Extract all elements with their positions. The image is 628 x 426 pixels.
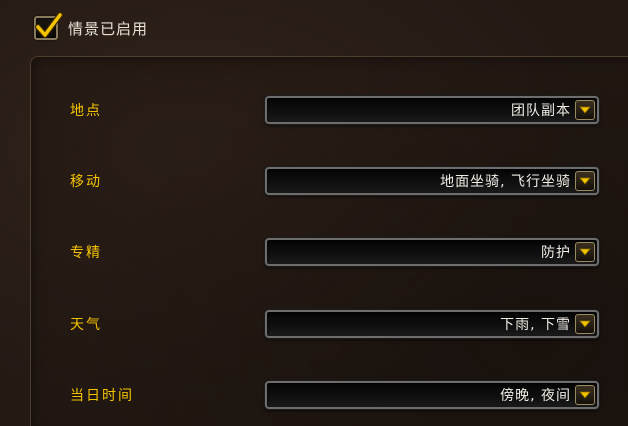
location-label: 地点: [70, 103, 102, 119]
setting-row-location: 地点 团队副本: [0, 96, 628, 126]
setting-row-movement: 移动 地面坐骑, 飞行坐骑: [0, 167, 628, 197]
specialization-value: 防护: [541, 245, 571, 261]
chevron-down-icon[interactable]: [575, 385, 595, 405]
specialization-label: 专精: [70, 245, 102, 261]
chevron-down-icon[interactable]: [575, 171, 595, 191]
checkmark-icon: [35, 12, 63, 38]
weather-label: 天气: [70, 317, 102, 333]
weather-value: 下雨, 下雪: [500, 317, 571, 333]
movement-value: 地面坐骑, 飞行坐骑: [440, 174, 571, 190]
specialization-dropdown[interactable]: 防护: [265, 238, 599, 266]
enable-checkbox[interactable]: [34, 12, 63, 40]
movement-dropdown[interactable]: 地面坐骑, 飞行坐骑: [265, 167, 599, 195]
enable-label: 情景已启用: [68, 19, 149, 38]
setting-row-specialization: 专精 防护: [0, 238, 628, 268]
weather-dropdown[interactable]: 下雨, 下雪: [265, 310, 599, 338]
location-dropdown[interactable]: 团队副本: [265, 96, 599, 124]
setting-row-weather: 天气 下雨, 下雪: [0, 310, 628, 340]
time-of-day-value: 傍晚, 夜间: [500, 388, 571, 404]
chevron-down-icon[interactable]: [575, 100, 595, 120]
movement-label: 移动: [70, 174, 102, 190]
chevron-down-icon[interactable]: [575, 314, 595, 334]
time-of-day-label: 当日时间: [70, 388, 134, 404]
enable-toggle[interactable]: 情景已启用: [34, 12, 149, 42]
location-value: 团队副本: [511, 103, 571, 119]
chevron-down-icon[interactable]: [575, 242, 595, 262]
time-of-day-dropdown[interactable]: 傍晚, 夜间: [265, 381, 599, 409]
setting-row-time-of-day: 当日时间 傍晚, 夜间: [0, 381, 628, 411]
